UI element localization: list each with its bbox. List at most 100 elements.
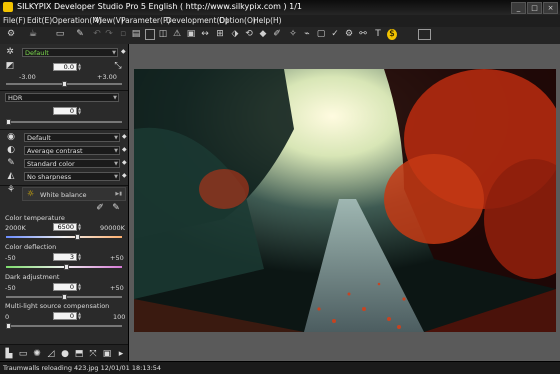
dark-spinner[interactable]: ▲ ▼	[78, 283, 83, 291]
hdr-slider[interactable]	[6, 121, 122, 123]
tool-tabs-icon[interactable]: ⚘	[6, 185, 16, 195]
display-icon[interactable]	[418, 29, 431, 40]
save-icon[interactable]: ✎	[75, 29, 85, 40]
folder-open-icon[interactable]: ▭	[55, 29, 65, 40]
taste-dropdown[interactable]: Default ▼	[24, 133, 120, 142]
sharpness-icon: ◭	[7, 171, 15, 181]
temperature-min: 2000K	[5, 224, 26, 232]
menu-option[interactable]: Option(O)	[219, 16, 256, 25]
undo-icon[interactable]: ↶	[92, 29, 102, 40]
contrast-dot: ◆	[122, 146, 127, 153]
more-icon[interactable]: ▸	[116, 349, 126, 359]
multilight-min: 0	[5, 313, 10, 321]
color-dot: ◆	[122, 159, 127, 166]
menu-view[interactable]: View(V)	[95, 16, 124, 25]
deflection-knob[interactable]	[64, 264, 69, 270]
compare-view-icon[interactable]: ◫	[158, 29, 168, 40]
close-icon[interactable]: ×	[543, 2, 558, 14]
expand-icon[interactable]: ◆	[121, 48, 126, 55]
deflection-value[interactable]: 3	[53, 253, 77, 261]
transform-icon[interactable]: ⤧	[88, 349, 98, 359]
single-view-icon[interactable]	[145, 29, 155, 40]
exposure-value[interactable]: 0.0	[53, 63, 77, 71]
contrast-dropdown[interactable]: Average contrast ▼	[24, 146, 120, 155]
color-icon: ✎	[7, 158, 15, 168]
taste-dot: ◆	[122, 133, 127, 140]
preset-dropdown[interactable]: Default ▼	[22, 48, 118, 57]
wb-eyedropper-icon[interactable]: ✐	[95, 203, 105, 213]
temperature-value[interactable]: 6500	[53, 223, 77, 231]
resize-icon[interactable]: ↔	[200, 29, 210, 40]
panel-toggle-icon[interactable]: ⚙	[6, 29, 16, 40]
multilight-value[interactable]: 0	[53, 312, 77, 320]
multilight-label: Multi-light source compensation	[5, 302, 110, 310]
stamp-icon[interactable]: ✧	[288, 29, 298, 40]
minimize-icon[interactable]: _	[511, 2, 526, 14]
sharpness-dropdown[interactable]: No sharpness ▼	[24, 172, 120, 181]
temperature-spinner[interactable]: ▲ ▼	[78, 223, 83, 231]
develop-icon[interactable]: ▢	[316, 29, 326, 40]
hdr-spinner[interactable]: ▲ ▼	[78, 107, 83, 115]
lens-icon[interactable]: ⬒	[74, 349, 84, 359]
filmstrip-view-icon[interactable]: ▤	[131, 29, 141, 40]
preset-icon: ✲	[6, 47, 14, 57]
deflection-min: -50	[5, 254, 16, 262]
comment-icon[interactable]: ▭	[18, 349, 28, 359]
print-icon[interactable]: ⚙	[344, 29, 354, 40]
menu-edit[interactable]: Edit(E)	[27, 16, 52, 25]
preview-area	[129, 44, 560, 361]
autumn-road-photo	[134, 69, 556, 332]
deflection-spinner[interactable]: ▲ ▼	[78, 253, 83, 261]
tone-curve-icon[interactable]: ◿	[46, 349, 56, 359]
warning-icon[interactable]: ⚠	[172, 29, 182, 40]
title-bar: SILKYPIX Developer Studio Pro 5 English …	[0, 0, 560, 16]
menu-help[interactable]: Help(H)	[253, 16, 282, 25]
menu-file[interactable]: File(F)	[3, 16, 26, 25]
multilight-slider[interactable]	[6, 325, 122, 327]
wb-picker-icon[interactable]: ✎	[111, 203, 121, 213]
exposure-spinner[interactable]: ▲ ▼	[78, 63, 83, 71]
contrast-value: Average contrast	[27, 147, 83, 155]
history-icon[interactable]: ▫	[118, 29, 128, 40]
dark-value[interactable]: 0	[53, 283, 77, 291]
tool-icon-bar: ▙ ▭ ✺ ◿ ● ⬒ ⤧ ▣ ▸	[0, 344, 128, 362]
sphere-icon[interactable]: ●	[60, 349, 70, 359]
collapse-icon[interactable]: ▶▮	[115, 191, 122, 197]
preview-image[interactable]	[134, 69, 556, 332]
eyedropper-icon[interactable]: ✐	[272, 29, 282, 40]
noise-icon[interactable]: ⌁	[302, 29, 312, 40]
grid-icon[interactable]: ⊞	[215, 29, 225, 40]
redo-icon[interactable]: ↷	[104, 29, 114, 40]
sharpness-value: No sharpness	[27, 173, 72, 181]
white-balance-header[interactable]: ☼ White balance ▶▮	[22, 187, 126, 201]
hdr-value[interactable]: 0	[53, 107, 77, 115]
rotate-icon[interactable]: ⟲	[244, 29, 254, 40]
hdr-dropdown[interactable]: HDR ▼	[5, 93, 119, 102]
multilight-knob[interactable]	[6, 323, 11, 329]
status-bar: Traumwalls reloading 423.jpg 12/01/01 18…	[0, 361, 560, 374]
color-dropdown[interactable]: Standard color ▼	[24, 159, 120, 168]
crop-icon[interactable]: ⬗	[230, 29, 240, 40]
histogram-icon[interactable]: ▙	[4, 349, 14, 359]
straighten-icon[interactable]: ◆	[258, 29, 268, 40]
auto-exposure-icon[interactable]: ⤡	[113, 61, 123, 71]
coin-icon[interactable]: $	[387, 29, 397, 40]
develop-mode-icon[interactable]: ☕	[28, 29, 38, 40]
fullscreen-icon[interactable]: ▣	[186, 29, 196, 40]
frame-icon[interactable]: ▣	[102, 349, 112, 359]
batch-icon[interactable]: ✓	[330, 29, 340, 40]
sun-icon: ☼	[27, 189, 35, 198]
menu-parameter[interactable]: Parameter(P)	[121, 16, 170, 25]
text-icon[interactable]: T	[373, 29, 383, 40]
multilight-spinner[interactable]: ▲ ▼	[78, 312, 83, 320]
gear-icon[interactable]: ✺	[32, 349, 42, 359]
hdr-knob[interactable]	[6, 119, 11, 125]
temperature-knob[interactable]	[75, 234, 80, 240]
contrast-icon: ◐	[7, 145, 15, 155]
link-icon[interactable]: ⚯	[358, 29, 368, 40]
taste-value: Default	[27, 134, 51, 142]
exposure-knob[interactable]	[62, 81, 67, 87]
maximize-icon[interactable]: □	[527, 2, 542, 14]
temperature-slider[interactable]	[6, 236, 122, 238]
dark-knob[interactable]	[62, 294, 67, 300]
